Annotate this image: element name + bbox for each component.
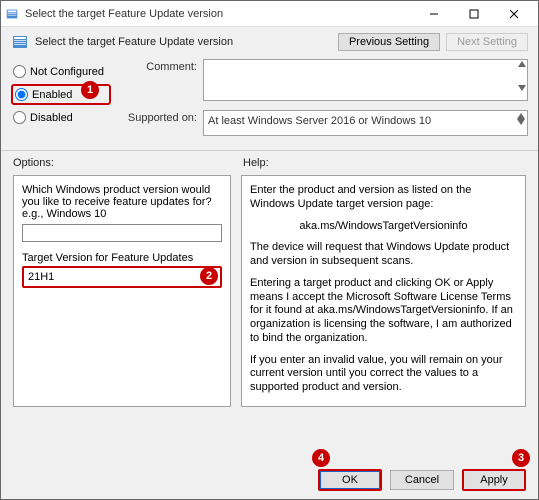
help-p3: The device will request that Windows Upd…: [250, 241, 517, 269]
nav-buttons: Previous Setting Next Setting: [338, 33, 528, 51]
state-radios: Not Configured Enabled 1 Disabled: [11, 59, 111, 136]
ok-button[interactable]: OK: [318, 469, 382, 491]
options-question: Which Windows product version would you …: [22, 184, 222, 220]
target-version-input[interactable]: [22, 266, 222, 288]
chevron-up-icon[interactable]: [518, 61, 526, 67]
callout-2: 2: [200, 267, 218, 285]
radio-not-configured[interactable]: Not Configured: [11, 63, 111, 80]
help-p2: aka.ms/WindowsTargetVersioninfo: [250, 220, 517, 234]
dialog-window: Select the target Feature Update version…: [0, 0, 539, 500]
target-version-label: Target Version for Feature Updates: [22, 252, 222, 264]
app-icon: [5, 7, 19, 21]
panels: Which Windows product version would you …: [1, 169, 538, 407]
callout-1: 1: [81, 81, 99, 99]
divider: [1, 150, 538, 151]
chevron-down-icon[interactable]: [518, 85, 526, 91]
dialog-buttons: 4 OK Cancel 3 Apply: [1, 469, 538, 491]
radio-disabled[interactable]: Disabled: [11, 109, 111, 126]
radio-not-configured-input[interactable]: [13, 65, 26, 78]
help-p1: Enter the product and version as listed …: [250, 184, 517, 212]
help-panel: Enter the product and version as listed …: [241, 175, 526, 407]
callout-4: 4: [312, 449, 330, 467]
apply-button[interactable]: Apply: [462, 469, 526, 491]
comment-field: Comment:: [117, 59, 528, 104]
help-p4: Entering a target product and clicking O…: [250, 277, 517, 346]
close-button[interactable]: [494, 2, 534, 26]
callout-3: 3: [512, 449, 530, 467]
subtitle-text: Select the target Feature Update version: [35, 36, 233, 48]
radio-enabled-input[interactable]: [15, 88, 28, 101]
radio-enabled-label: Enabled: [32, 89, 72, 101]
fields-column: Comment: Supported on: At least Windows …: [117, 59, 528, 136]
titlebar: Select the target Feature Update version: [1, 1, 538, 27]
radio-not-configured-label: Not Configured: [30, 66, 104, 78]
ok-wrap: 4 OK: [318, 469, 382, 491]
options-panel: Which Windows product version would you …: [13, 175, 231, 407]
subtitle-row: Select the target Feature Update version: [11, 33, 338, 51]
chevron-down-icon[interactable]: [517, 119, 525, 125]
help-text: Enter the product and version as listed …: [250, 184, 517, 395]
help-header: Help:: [243, 157, 526, 169]
policy-icon: [11, 33, 29, 51]
config-row: Not Configured Enabled 1 Disabled Commen…: [1, 59, 538, 144]
minimize-button[interactable]: [414, 2, 454, 26]
supported-text: At least Windows Server 2016 or Windows …: [208, 115, 431, 127]
next-setting-button: Next Setting: [446, 33, 528, 51]
radio-disabled-input[interactable]: [13, 111, 26, 124]
maximize-button[interactable]: [454, 2, 494, 26]
comment-spinner: [518, 61, 526, 91]
target-version-wrap: 2: [22, 266, 222, 288]
supported-spinner: [517, 113, 525, 125]
window-title: Select the target Feature Update version: [25, 8, 414, 20]
cancel-button[interactable]: Cancel: [390, 470, 454, 490]
comment-textarea[interactable]: [203, 59, 528, 101]
comment-label: Comment:: [117, 59, 197, 73]
supported-label: Supported on:: [117, 110, 197, 124]
radio-disabled-label: Disabled: [30, 112, 73, 124]
previous-setting-button[interactable]: Previous Setting: [338, 33, 440, 51]
product-version-input[interactable]: [22, 224, 222, 242]
supported-field: Supported on: At least Windows Server 20…: [117, 110, 528, 136]
header-section: Select the target Feature Update version…: [1, 27, 538, 59]
apply-wrap: 3 Apply: [462, 469, 526, 491]
section-headers: Options: Help:: [1, 157, 538, 169]
help-p5: If you enter an invalid value, you will …: [250, 354, 517, 395]
options-header: Options:: [13, 157, 231, 169]
supported-value: At least Windows Server 2016 or Windows …: [203, 110, 528, 136]
